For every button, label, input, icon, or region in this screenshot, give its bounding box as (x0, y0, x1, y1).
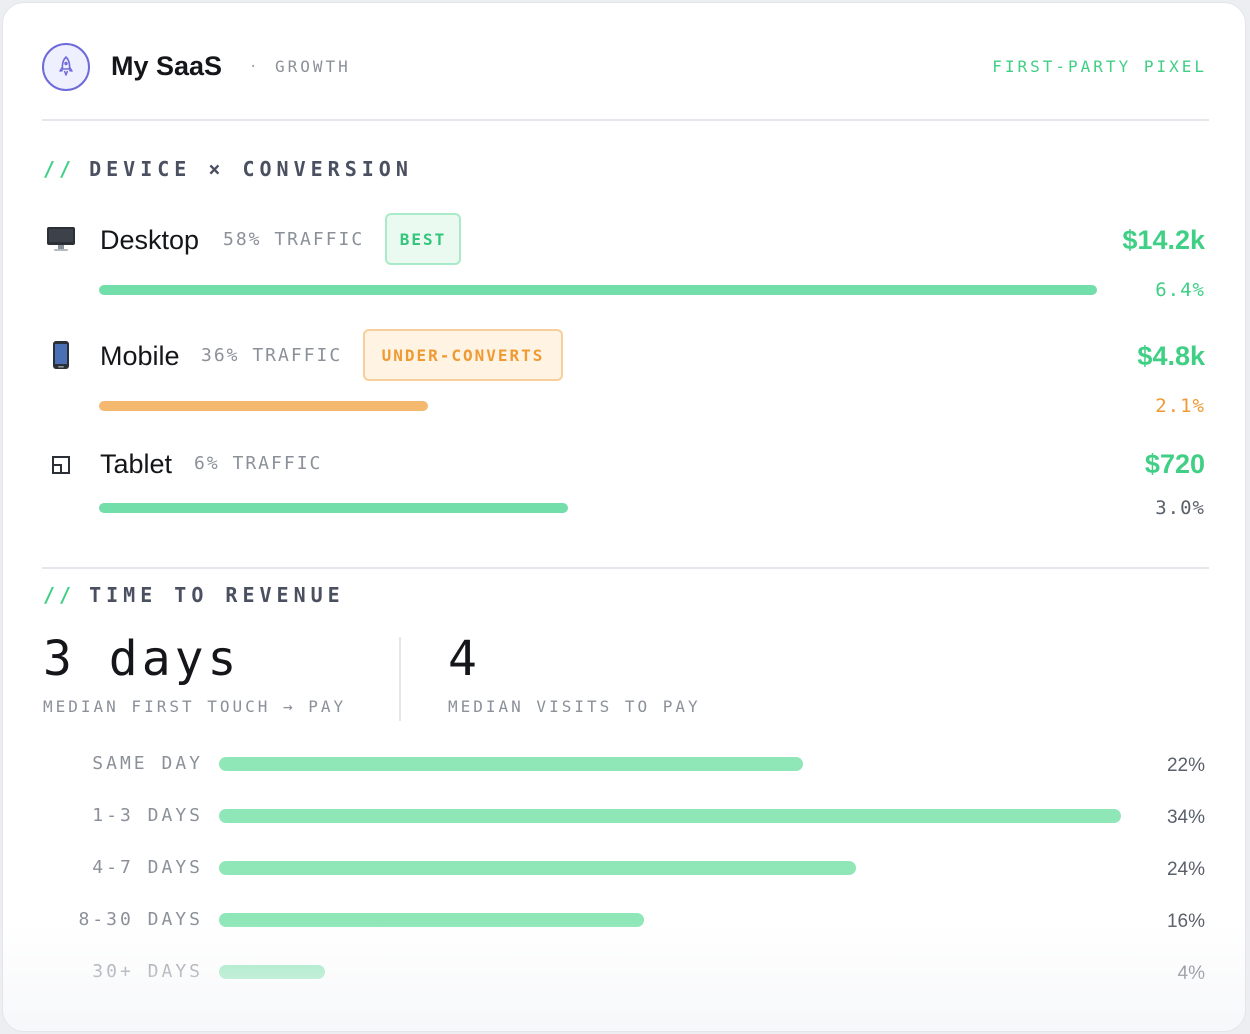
device-section-title: // DEVICE × CONVERSION (43, 157, 413, 181)
bucket-bar-fill (219, 757, 803, 771)
bucket-bar (219, 809, 1121, 823)
device-conversion-bar (99, 401, 1097, 411)
best-badge: BEST (385, 213, 461, 265)
bucket-label: 30+ DAYS (92, 961, 203, 982)
device-name: Tablet (100, 449, 173, 479)
device-conversion-bar-fill (99, 401, 429, 411)
device-conversion-bar (99, 503, 1097, 513)
bucket-label: SAME DAY (92, 753, 203, 774)
device-revenue: $14.2k (1122, 225, 1205, 255)
device-revenue: $720 (1144, 449, 1205, 479)
rocket-icon (42, 43, 90, 91)
section-tag: GROWTH (275, 57, 351, 76)
section-slash: // (43, 583, 76, 607)
bucket-label: 8-30 DAYS (78, 909, 203, 930)
desktop-icon (45, 223, 77, 255)
median-days-value: 3 days (43, 631, 241, 687)
dashboard-card: My SaaS · GROWTH FIRST-PARTY PIXEL // DEV… (2, 2, 1246, 1032)
device-conversion-bar-fill (99, 285, 1097, 295)
under-converts-badge: UNDER-CONVERTS (363, 329, 563, 381)
bucket-bar (219, 913, 1121, 927)
device-section-title-text: DEVICE × CONVERSION (89, 157, 413, 181)
bucket-percent: 22% (1166, 755, 1205, 776)
device-conversion-rate: 6.4% (1155, 279, 1205, 301)
median-visits-label: MEDIAN VISITS TO PAY (448, 697, 701, 716)
device-traffic: 36% TRAFFIC (201, 345, 343, 366)
device-traffic: 58% TRAFFIC (223, 229, 365, 250)
device-conversion-rate: 3.0% (1155, 497, 1205, 519)
bucket-bar-fill (219, 809, 1121, 823)
bucket-bar-fill (219, 861, 856, 875)
bucket-label: 1-3 DAYS (92, 805, 203, 826)
header-divider (42, 119, 1209, 121)
device-conversion-bar-fill (99, 503, 569, 513)
median-visits-value: 4 (448, 631, 481, 687)
section-divider (42, 567, 1209, 569)
device-name: Desktop (100, 225, 200, 255)
title-separator: · (249, 59, 258, 75)
device-conversion-rate: 2.1% (1155, 395, 1205, 417)
bucket-percent: 4% (1177, 963, 1205, 984)
time-section-title-text: TIME TO REVENUE (89, 583, 345, 607)
section-slash: // (43, 157, 76, 181)
bucket-bar-fill (219, 965, 326, 979)
bucket-bar (219, 757, 1121, 771)
app-title: My SaaS (111, 51, 223, 81)
mobile-icon (45, 339, 77, 371)
device-traffic: 6% TRAFFIC (194, 453, 323, 474)
bucket-percent: 16% (1166, 911, 1205, 932)
bucket-percent: 34% (1166, 807, 1205, 828)
device-revenue: $4.8k (1137, 341, 1205, 371)
bucket-bar-fill (219, 913, 644, 927)
median-days-label: MEDIAN FIRST TOUCH → PAY (43, 697, 347, 716)
tablet-icon (45, 449, 77, 481)
bucket-label: 4-7 DAYS (92, 857, 203, 878)
bucket-bar (219, 861, 1121, 875)
time-section-title: // TIME TO REVENUE (43, 583, 345, 607)
device-conversion-bar (99, 285, 1097, 295)
data-source-label: FIRST-PARTY PIXEL (992, 57, 1207, 76)
bucket-percent: 24% (1166, 859, 1205, 880)
bucket-bar (219, 965, 1121, 979)
device-name: Mobile (100, 341, 180, 371)
stats-divider (399, 637, 401, 721)
